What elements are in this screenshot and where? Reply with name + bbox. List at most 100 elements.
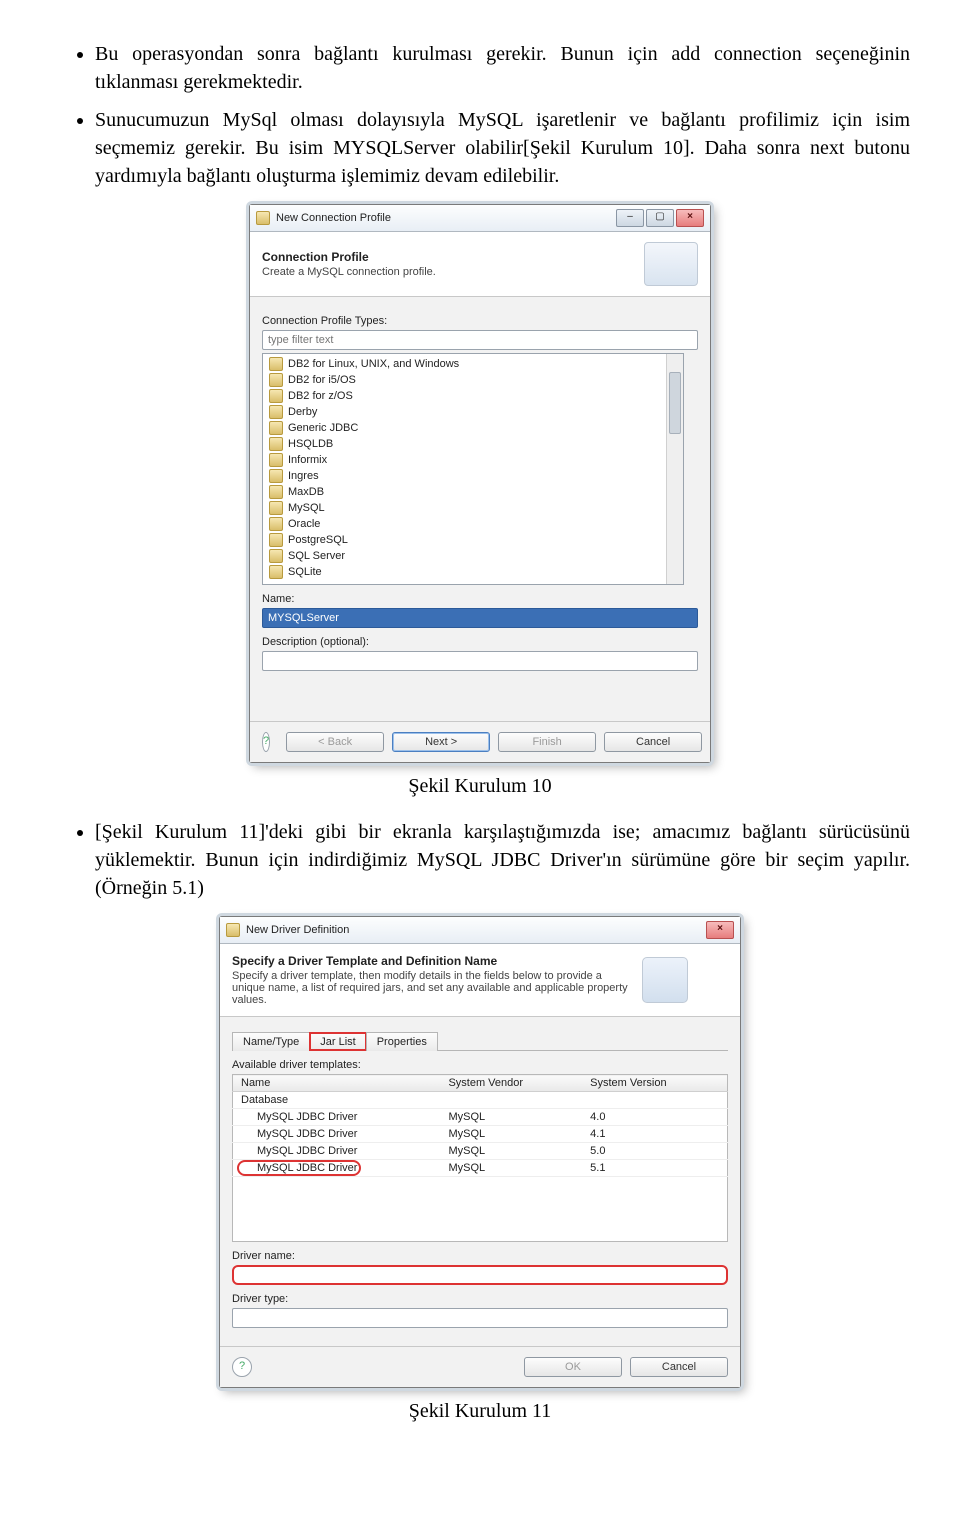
doc-bullet-2: Sunucumuzun MySql olması dolayısıyla MyS… [95,106,910,190]
list-item[interactable]: DB2 for i5/OS [263,372,683,388]
col-vendor[interactable]: System Vendor [440,1075,582,1092]
list-scroll-content: DB2 for Linux, UNIX, and Windows DB2 for… [263,354,683,582]
filter-input[interactable] [262,330,698,350]
doc-bullet-3: [Şekil Kurulum 11]'deki gibi bir ekranla… [95,818,910,902]
driver-type-label: Driver type: [232,1293,728,1305]
database-icon [226,923,240,937]
close-icon[interactable]: × [676,209,704,227]
dialog1-header-desc: Create a MySQL connection profile. [262,266,436,278]
maximize-icon[interactable]: ▢ [646,209,674,227]
database-icon [269,533,283,547]
list-item-label: SQLite [288,566,322,578]
list-item-label: Oracle [288,518,320,530]
driver-tabs: Name/Type Jar List Properties [232,1031,728,1051]
name-input[interactable] [262,608,698,628]
profile-types-list[interactable]: DB2 for Linux, UNIX, and Windows DB2 for… [262,353,684,585]
list-item-label: PostgreSQL [288,534,348,546]
category-cell: Database [233,1092,728,1109]
database-icon [269,421,283,435]
description-input[interactable] [262,651,698,671]
cell-name: MySQL JDBC Driver [233,1143,441,1160]
dialog1-title: New Connection Profile [276,212,610,224]
list-item[interactable]: DB2 for z/OS [263,388,683,404]
cell-version: 4.0 [582,1109,727,1126]
list-item-label: MySQL [288,502,325,514]
database-icon [269,565,283,579]
connection-header-icon [644,242,698,286]
dialog1-titlebar: New Connection Profile – ▢ × [250,205,710,232]
list-item-label: HSQLDB [288,438,333,450]
list-item-label: Derby [288,406,317,418]
database-icon [269,549,283,563]
database-icon [256,211,270,225]
list-item[interactable]: PostgreSQL [263,532,683,548]
help-icon[interactable]: ? [232,1357,252,1377]
scrollbar-thumb[interactable] [669,372,681,434]
database-icon [269,437,283,451]
list-item[interactable]: Informix [263,452,683,468]
back-button[interactable]: < Back [286,732,384,752]
list-item[interactable]: SQLite [263,564,683,580]
dialog2-header: Specify a Driver Template and Definition… [220,944,740,1017]
tab-jar-list[interactable]: Jar List [309,1032,366,1051]
table-row[interactable]: MySQL JDBC Driver MySQL 4.1 [233,1126,728,1143]
cell-version: 5.0 [582,1143,727,1160]
list-item[interactable]: DB2 for Linux, UNIX, and Windows [263,356,683,372]
tab-properties[interactable]: Properties [366,1032,438,1051]
table-row-selected[interactable]: MySQL JDBC Driver MySQL 5.1 [233,1160,728,1177]
name-label: Name: [262,593,698,605]
database-icon [269,485,283,499]
list-item-label: SQL Server [288,550,345,562]
new-driver-definition-dialog: New Driver Definition × Specify a Driver… [219,916,741,1388]
description-label: Description (optional): [262,636,698,648]
cell-vendor: MySQL [440,1109,582,1126]
dialog2-title: New Driver Definition [246,924,700,936]
ok-button[interactable]: OK [524,1357,622,1377]
driver-templates-table[interactable]: Name System Vendor System Version Databa… [232,1074,728,1242]
list-item[interactable]: Oracle [263,516,683,532]
database-icon [269,357,283,371]
driver-name-input[interactable] [232,1265,728,1285]
database-icon [269,373,283,387]
table-row[interactable]: MySQL JDBC Driver MySQL 4.0 [233,1109,728,1126]
figure1-caption: Şekil Kurulum 10 [50,775,910,798]
list-item-label: Ingres [288,470,319,482]
col-version[interactable]: System Version [582,1075,727,1092]
list-item-label: Informix [288,454,327,466]
list-item[interactable]: HSQLDB [263,436,683,452]
minimize-icon[interactable]: – [616,209,644,227]
list-item-label: DB2 for z/OS [288,390,353,402]
next-button[interactable]: Next > [392,732,490,752]
table-category-row[interactable]: Database [233,1092,728,1109]
cell-version: 4.1 [582,1126,727,1143]
cancel-button[interactable]: Cancel [604,732,702,752]
dialog2-header-title: Specify a Driver Template and Definition… [232,954,632,968]
list-item[interactable]: Derby [263,404,683,420]
driver-type-input[interactable] [232,1308,728,1328]
database-icon [269,517,283,531]
list-item[interactable]: SQL Server [263,548,683,564]
list-item[interactable]: MaxDB [263,484,683,500]
finish-button[interactable]: Finish [498,732,596,752]
list-item[interactable]: Ingres [263,468,683,484]
cell-vendor: MySQL [440,1143,582,1160]
col-name[interactable]: Name [233,1075,441,1092]
driver-name-label: Driver name: [232,1250,728,1262]
help-icon[interactable]: ? [262,732,270,752]
list-scrollbar[interactable] [666,354,683,584]
close-icon[interactable]: × [706,921,734,939]
list-item[interactable]: MySQL [263,500,683,516]
dialog2-header-desc: Specify a driver template, then modify d… [232,970,632,1006]
database-icon [269,501,283,515]
cell-name: MySQL JDBC Driver [233,1109,441,1126]
tab-name-type[interactable]: Name/Type [232,1032,310,1051]
list-item[interactable]: Generic JDBC [263,420,683,436]
list-item-label: Generic JDBC [288,422,358,434]
available-templates-label: Available driver templates: [232,1059,728,1071]
list-item-label: DB2 for Linux, UNIX, and Windows [288,358,459,370]
cell-name: MySQL JDBC Driver [233,1160,441,1177]
cancel-button[interactable]: Cancel [630,1357,728,1377]
database-icon [269,405,283,419]
table-row[interactable]: MySQL JDBC Driver MySQL 5.0 [233,1143,728,1160]
doc-bullet-1: Bu operasyondan sonra bağlantı kurulması… [95,40,910,96]
